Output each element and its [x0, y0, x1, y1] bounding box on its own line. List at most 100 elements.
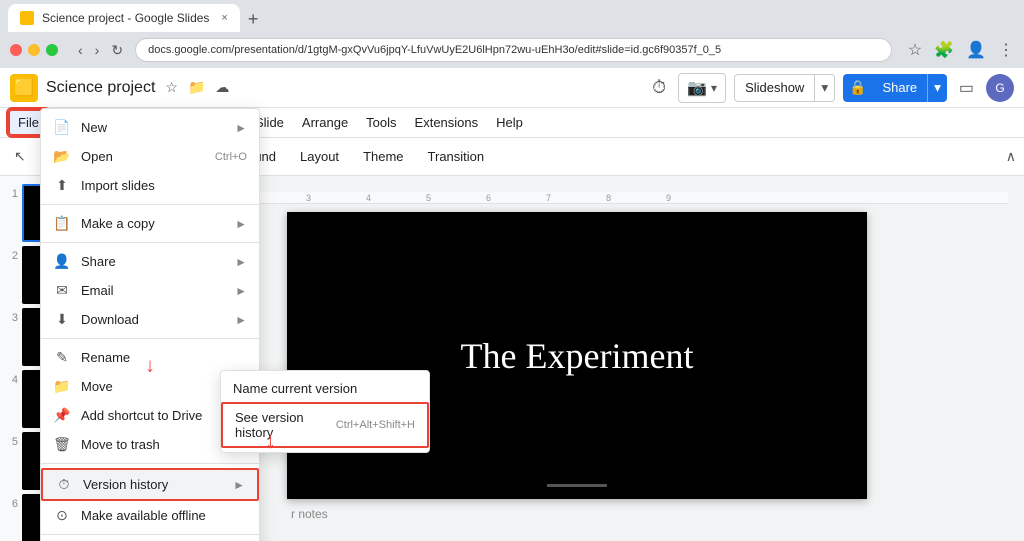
- ruler-mark-7: 7: [546, 193, 551, 203]
- toolbar-separator: [188, 147, 189, 167]
- main-area: 1 2 3 4 5 6: [0, 176, 1024, 541]
- notes-placeholder: r notes: [291, 507, 328, 521]
- menu-item-format[interactable]: Format: [188, 111, 245, 134]
- extensions-btn[interactable]: 🧩: [934, 40, 954, 60]
- star-btn[interactable]: ☆: [163, 77, 180, 98]
- slide-canvas[interactable]: The Experiment: [287, 212, 867, 499]
- slide-thumb-4[interactable]: 4: [4, 370, 125, 428]
- cloud-btn[interactable]: ☁: [213, 77, 231, 98]
- history-btn[interactable]: ⏱: [648, 73, 670, 102]
- share-caret-btn[interactable]: ▾: [927, 74, 947, 102]
- line-tool[interactable]: ╱: [126, 144, 146, 169]
- lock-icon: 🔒: [843, 79, 872, 96]
- url-text: docs.google.com/presentation/d/1gtgM-gxQ…: [148, 44, 721, 56]
- toolbar-right: ⏱ 📷 ▾ Slideshow ▾ 🔒 Share ▾ ▭ G: [648, 73, 1014, 103]
- menu-item-file[interactable]: File: [8, 109, 49, 136]
- notes-area[interactable]: r notes: [287, 503, 867, 525]
- tab-title: Science project - Google Slides: [42, 11, 209, 25]
- slide-num-5: 5: [4, 432, 18, 448]
- camera-dropdown-icon: ▾: [711, 81, 717, 95]
- canvas-area: 1 2 3 4 5 6 7 8 9 The Experiment r notes: [130, 176, 1024, 541]
- slideshow-btn: Slideshow ▾: [734, 74, 835, 102]
- cursor-tool[interactable]: ↖: [8, 144, 32, 169]
- camera-icon: 📷: [687, 78, 707, 98]
- tab-close-btn[interactable]: ×: [221, 12, 227, 24]
- theme-btn[interactable]: Theme: [353, 145, 413, 168]
- slide-thumb-5[interactable]: 5: [4, 432, 125, 490]
- avatar[interactable]: G: [986, 74, 1014, 102]
- ruler-mark-8: 8: [606, 193, 611, 203]
- profile-btn[interactable]: 👤: [966, 40, 986, 60]
- layout-btn[interactable]: Layout: [290, 145, 349, 168]
- share-btn: 🔒 Share ▾: [843, 74, 947, 102]
- bookmark-btn[interactable]: ☆: [908, 40, 922, 60]
- shape-tool[interactable]: ◯: [94, 144, 122, 169]
- text-tool[interactable]: T: [36, 145, 57, 169]
- slide-num-4: 4: [4, 370, 18, 386]
- slide-img-5[interactable]: [22, 432, 125, 490]
- new-tab-btn[interactable]: +: [240, 9, 267, 30]
- reload-btn[interactable]: ↻: [107, 40, 127, 61]
- slide-num-3: 3: [4, 308, 18, 324]
- app-icon: 🟨: [10, 74, 38, 102]
- tab-bar: Science project - Google Slides × +: [0, 0, 1024, 32]
- transition-btn[interactable]: Transition: [418, 145, 495, 168]
- menu-item-view[interactable]: View: [91, 111, 135, 134]
- slide-title: The Experiment: [461, 335, 694, 377]
- slide-num-1: 1: [4, 184, 18, 200]
- forward-btn[interactable]: ›: [91, 40, 104, 61]
- present-icon-btn[interactable]: ▭: [955, 74, 978, 102]
- browser-chrome: Science project - Google Slides × + ‹ › …: [0, 0, 1024, 68]
- slide-thumb-2[interactable]: 2: [4, 246, 125, 304]
- slide-thumb-3[interactable]: 3: [4, 308, 125, 366]
- tab-favicon: [20, 11, 34, 25]
- slide-img-1[interactable]: [22, 184, 125, 242]
- slide-img-6[interactable]: [22, 494, 125, 541]
- slide-thumb-1[interactable]: 1: [4, 184, 125, 242]
- window-max-btn[interactable]: [46, 44, 58, 56]
- slides-toolbar: ↖ T 🖼 ◯ ╱ 💬 Background Layout Theme Tran…: [0, 138, 1024, 176]
- slide-thumb-6[interactable]: 6: [4, 494, 125, 541]
- browser-bar: ‹ › ↻ docs.google.com/presentation/d/1gt…: [0, 32, 1024, 68]
- share-main-btn[interactable]: Share: [872, 80, 927, 95]
- folder-btn[interactable]: 📁: [186, 77, 207, 98]
- camera-btn[interactable]: 📷 ▾: [678, 73, 726, 103]
- image-tool[interactable]: 🖼: [60, 144, 90, 169]
- app-title: Science project: [46, 79, 155, 97]
- title-icons: ☆ 📁 ☁: [163, 77, 231, 98]
- background-btn[interactable]: Background: [197, 145, 286, 168]
- ruler-mark-2: 2: [246, 193, 251, 203]
- ruler-mark-6: 6: [486, 193, 491, 203]
- back-btn[interactable]: ‹: [74, 40, 87, 61]
- slide-img-2[interactable]: [22, 246, 125, 304]
- app-toolbar: 🟨 Science project ☆ 📁 ☁ ⏱ 📷 ▾ Slideshow …: [0, 68, 1024, 108]
- address-bar[interactable]: docs.google.com/presentation/d/1gtgM-gxQ…: [135, 38, 892, 62]
- app: 🟨 Science project ☆ 📁 ☁ ⏱ 📷 ▾ Slideshow …: [0, 68, 1024, 541]
- nav-arrows: ‹ › ↻: [74, 40, 127, 61]
- menu-item-slide[interactable]: Slide: [247, 111, 292, 134]
- menu-item-arrange[interactable]: Arrange: [294, 111, 356, 134]
- slide-indicator: [547, 484, 607, 487]
- slideshow-caret-btn[interactable]: ▾: [814, 75, 834, 101]
- window-controls: [10, 44, 58, 56]
- menu-item-help[interactable]: Help: [488, 111, 531, 134]
- ruler-mark-4: 4: [366, 193, 371, 203]
- slide-img-4[interactable]: [22, 370, 125, 428]
- menu-item-edit[interactable]: Edit: [51, 111, 89, 134]
- menu-item-extensions[interactable]: Extensions: [407, 111, 487, 134]
- menu-item-tools[interactable]: Tools: [358, 111, 404, 134]
- collapse-btn[interactable]: ∧: [1006, 148, 1016, 165]
- ruler: 1 2 3 4 5 6 7 8 9: [146, 192, 1008, 204]
- ruler-mark-5: 5: [426, 193, 431, 203]
- ruler-mark-9: 9: [666, 193, 671, 203]
- slide-num-2: 2: [4, 246, 18, 262]
- more-menu-btn[interactable]: ⋮: [998, 40, 1014, 60]
- slideshow-main-btn[interactable]: Slideshow: [735, 75, 814, 101]
- slide-panel: 1 2 3 4 5 6: [0, 176, 130, 541]
- toolbar-right-collapse: ∧: [1006, 148, 1016, 165]
- comment-tool[interactable]: 💬: [150, 144, 179, 169]
- menu-item-insert[interactable]: Insert: [137, 111, 186, 134]
- slide-img-3[interactable]: [22, 308, 125, 366]
- window-close-btn[interactable]: [10, 44, 22, 56]
- window-min-btn[interactable]: [28, 44, 40, 56]
